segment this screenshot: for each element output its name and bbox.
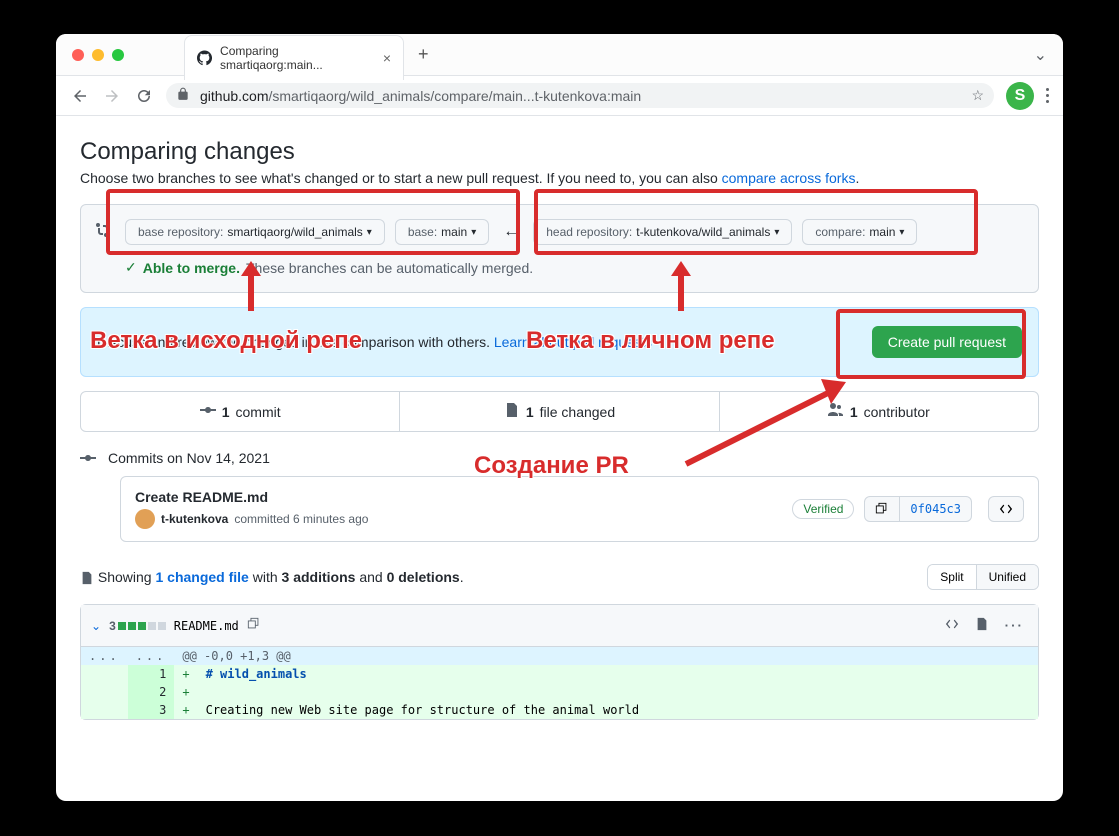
diff-line: # wild_animals [206,667,307,681]
tabs-chevron-icon[interactable]: ⌄ [1034,45,1047,65]
maximize-window-button[interactable] [112,49,124,61]
browser-window: Comparing smartiqaorg:main... × + ⌄ gith… [56,34,1063,801]
compare-branch-dropdown[interactable]: compare: main ▾ [802,219,917,245]
git-compare-icon [95,222,111,243]
arrow-left-icon: ← [499,223,523,241]
diff-filename[interactable]: README.md [174,619,239,633]
code-icon [999,502,1013,516]
copy-icon [875,502,889,516]
head-repository-dropdown[interactable]: head repository: t-kutenkova/wild_animal… [533,219,792,245]
learn-pr-link[interactable]: Learn about pull requests [494,334,652,350]
page-subheading: Choose two branches to see what's change… [80,170,1039,186]
view-rendered-button[interactable] [971,613,993,638]
stat-contributors[interactable]: 1 contributor [719,392,1038,431]
new-tab-button[interactable]: + [418,44,429,65]
titlebar: Comparing smartiqaorg:main... × + ⌄ [56,34,1063,76]
merge-status: ✓ Able to merge. These branches can be a… [95,259,1024,276]
create-pull-request-button[interactable]: Create pull request [872,326,1022,358]
star-icon[interactable]: ☆ [971,87,984,104]
stat-commits[interactable]: 1 commit [81,392,399,431]
diff-content: ...... @@ -0,0 +1,3 @@ 1 + # wild_animal… [81,647,1038,719]
browse-code-button[interactable] [988,496,1024,522]
caret-down-icon: ▾ [899,227,904,238]
commit-time: committed 6 minutes ago [234,512,368,526]
commits-date-header: Commits on Nov 14, 2021 [80,450,1039,466]
base-branch-dropdown[interactable]: base: main ▾ [395,219,489,245]
commit-sha-link[interactable]: 0f045c3 [900,496,972,522]
commits-section: Commits on Nov 14, 2021 Create README.md… [80,450,1039,542]
sha-button-group: 0f045c3 [864,496,972,522]
lock-icon [176,87,190,104]
github-favicon [197,50,212,66]
page-title: Comparing changes [80,138,1039,166]
minimize-window-button[interactable] [92,49,104,61]
author-avatar[interactable] [135,509,155,529]
file-icon [975,617,989,631]
diff-view-toggle: Split Unified [927,564,1039,590]
diff-line: Creating new Web site page for structure… [198,701,1038,719]
caret-down-icon: ▾ [367,227,372,238]
diff-file-header: ⌄ 3 README.md [81,605,1038,647]
commit-author[interactable]: t-kutenkova [161,512,228,526]
forward-button[interactable] [102,86,122,106]
file-menu-button[interactable]: ··· [1001,613,1028,638]
commit-icon [200,402,216,421]
compare-forks-link[interactable]: compare across forks [722,170,856,186]
file-diff-icon [80,571,94,585]
caret-down-icon: ▾ [471,227,476,238]
tab-title: Comparing smartiqaorg:main... [220,44,375,72]
file-diff-icon [504,402,520,421]
diff-line [198,683,1038,701]
split-view-button[interactable]: Split [928,565,975,589]
copy-path-button[interactable] [247,617,261,634]
diff-file: ⌄ 3 README.md [80,604,1039,720]
pr-banner: Discuss and review the changes in this c… [80,307,1039,377]
code-icon [945,617,959,631]
commit-meta: t-kutenkova committed 6 minutes ago [135,509,368,529]
caret-down-icon: ▾ [774,227,779,238]
compare-box: base repository: smartiqaorg/wild_animal… [80,204,1039,293]
base-repository-dropdown[interactable]: base repository: smartiqaorg/wild_animal… [125,219,385,245]
commit-icon [80,450,96,466]
page-content: Comparing changes Choose two branches to… [56,116,1063,801]
browser-menu-button[interactable] [1046,88,1049,103]
copy-sha-button[interactable] [864,496,900,522]
check-icon: ✓ [125,259,137,276]
profile-avatar[interactable]: S [1006,82,1034,110]
stats-row: 1 commit 1 file changed 1 contributor [80,391,1039,432]
back-button[interactable] [70,86,90,106]
copy-icon [247,617,261,631]
browser-tab[interactable]: Comparing smartiqaorg:main... × [184,35,404,80]
pr-banner-text: Discuss and review the changes in this c… [97,334,652,350]
url-text: github.com/smartiqaorg/wild_animals/comp… [200,88,641,104]
commit-card: Create README.md t-kutenkova committed 6… [120,476,1039,542]
window-controls [72,49,124,61]
diff-stats: 3 [109,619,166,633]
people-icon [828,402,844,421]
collapse-file-button[interactable]: ⌄ [91,619,101,633]
unified-view-button[interactable]: Unified [976,565,1038,589]
close-window-button[interactable] [72,49,84,61]
files-changed-header: Showing 1 changed file with 3 additions … [80,564,1039,590]
diff-hunk: @@ -0,0 +1,3 @@ [174,647,1038,665]
close-tab-icon[interactable]: × [383,50,391,66]
url-bar[interactable]: github.com/smartiqaorg/wild_animals/comp… [166,83,994,108]
commit-title[interactable]: Create README.md [135,489,368,505]
verified-badge[interactable]: Verified [792,499,854,519]
browser-toolbar: github.com/smartiqaorg/wild_animals/comp… [56,76,1063,116]
stat-files[interactable]: 1 file changed [399,392,718,431]
reload-button[interactable] [134,86,154,106]
view-source-button[interactable] [941,613,963,638]
changed-files-link[interactable]: 1 changed file [155,569,248,585]
